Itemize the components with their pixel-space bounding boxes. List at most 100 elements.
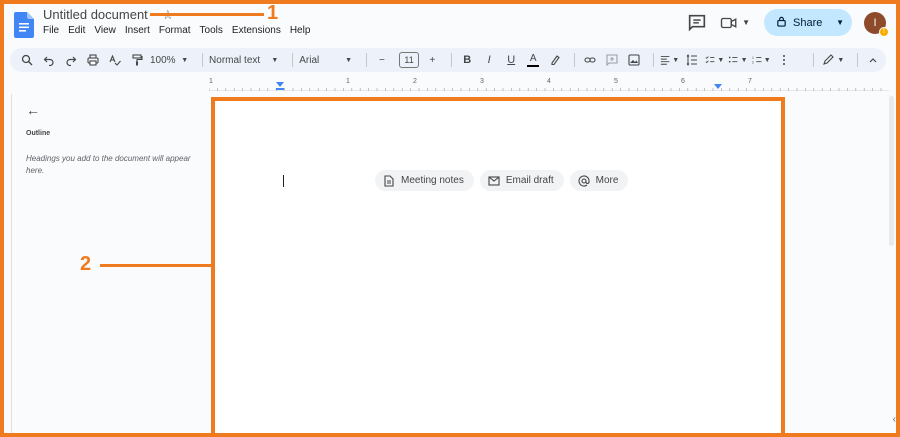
share-button[interactable]: Share ▼	[764, 9, 852, 36]
avatar-initial: I	[873, 16, 877, 29]
text-color-bar	[527, 65, 540, 67]
spellcheck-icon	[109, 54, 121, 66]
document-icon	[384, 174, 394, 187]
align-left-icon	[660, 56, 670, 65]
meeting-notes-chip[interactable]: Meeting notes	[375, 170, 474, 191]
side-panel-chevron-left-icon[interactable]: ‹	[893, 414, 896, 425]
increase-font-size-button[interactable]: +	[423, 50, 441, 70]
toolbar-divider	[653, 53, 655, 67]
numbered-list-chevron-down-icon: ▼	[763, 56, 771, 64]
outline-panel: ← Outline Headings you add to the docume…	[26, 102, 196, 177]
bulleted-list-icon	[729, 56, 738, 63]
menu-tools[interactable]: Tools	[200, 25, 228, 36]
ruler-number: 6	[681, 78, 685, 85]
annotation-line-1	[150, 13, 264, 16]
print-icon	[87, 54, 99, 66]
highlight-color-button[interactable]	[546, 50, 564, 70]
menu-file[interactable]: File	[43, 25, 64, 36]
text-color-icon: A	[529, 53, 537, 64]
toolbar-divider	[292, 53, 294, 67]
zoom-select[interactable]: 100% ▼	[150, 50, 192, 70]
print-button[interactable]	[84, 50, 102, 70]
paint-format-button[interactable]	[128, 50, 146, 70]
bulleted-list-button[interactable]: ▼	[728, 50, 748, 70]
more-chip[interactable]: More	[569, 170, 629, 191]
right-indent-marker-icon[interactable]	[714, 84, 722, 90]
bold-button[interactable]: B	[458, 50, 476, 70]
redo-button[interactable]	[62, 50, 80, 70]
video-camera-icon	[720, 17, 737, 28]
email-draft-label: Email draft	[505, 175, 554, 186]
insert-image-button[interactable]	[625, 50, 643, 70]
checklist-button[interactable]: ▼	[705, 50, 724, 70]
undo-button[interactable]	[40, 50, 58, 70]
menu-format[interactable]: Format	[159, 25, 196, 36]
smart-chips: Meeting notes Email draft More	[375, 170, 629, 191]
italic-button[interactable]: I	[480, 50, 498, 70]
align-chevron-down-icon: ▼	[672, 56, 680, 64]
document-page[interactable]: Meeting notes Email draft More	[211, 97, 785, 433]
toolbar-divider	[857, 53, 859, 67]
email-draft-chip[interactable]: Email draft	[479, 170, 564, 191]
paint-format-icon	[132, 54, 143, 66]
text-color-button[interactable]: A	[524, 50, 542, 70]
menu-extensions[interactable]: Extensions	[232, 25, 286, 36]
paragraph-style-select[interactable]: Normal text ▼	[209, 50, 282, 70]
search-icon	[21, 54, 33, 66]
avatar[interactable]: I !	[864, 11, 889, 37]
highlighter-icon	[551, 55, 560, 66]
spellcheck-button[interactable]	[106, 50, 124, 70]
align-button[interactable]: ▼	[660, 50, 679, 70]
toolbar-divider	[574, 53, 576, 67]
editing-mode-button[interactable]: ▼	[820, 50, 847, 70]
docs-logo-icon[interactable]	[14, 12, 34, 38]
menu-insert[interactable]: Insert	[125, 25, 155, 36]
more-vert-icon	[782, 55, 785, 65]
horizontal-ruler[interactable]: 1 1 2 3 4 5 6 7	[209, 76, 889, 92]
line-spacing-button[interactable]	[683, 50, 701, 70]
underline-button[interactable]: U	[502, 50, 520, 70]
vertical-scrollbar[interactable]	[889, 96, 894, 246]
menubar: File Edit View Insert Format Tools Exten…	[43, 25, 319, 36]
editing-mode-chevron-down-icon: ▼	[837, 56, 845, 64]
hide-menus-button[interactable]	[864, 50, 882, 70]
font-value: Arial	[299, 54, 320, 66]
outline-hint-text: Headings you add to the document will ap…	[26, 154, 191, 175]
line-spacing-icon	[686, 54, 698, 66]
text-cursor	[283, 175, 284, 187]
header-actions: ▼ Share ▼ I !	[686, 9, 889, 37]
decrease-font-size-button[interactable]: −	[373, 50, 391, 70]
annotation-label-2: 2	[80, 253, 92, 275]
checklist-icon	[705, 56, 715, 64]
font-size-input[interactable]: 11	[398, 52, 420, 68]
document-title[interactable]: Untitled document	[43, 7, 148, 22]
menu-help[interactable]: Help	[290, 25, 316, 36]
paragraph-style-value: Normal text	[209, 54, 261, 66]
back-arrow-icon[interactable]: ←	[26, 102, 196, 118]
annotation-label-1: 1	[267, 2, 279, 24]
insert-comment-button[interactable]	[603, 50, 621, 70]
insert-link-button[interactable]	[581, 50, 599, 70]
ruler-number: 4	[547, 78, 551, 85]
more-options-button[interactable]	[775, 50, 793, 70]
chevron-down-icon: ▼	[742, 18, 750, 27]
menu-view[interactable]: View	[94, 25, 121, 36]
zoom-chevron-down-icon: ▼	[181, 56, 189, 64]
ruler-number: 7	[748, 78, 752, 85]
at-sign-icon	[578, 175, 590, 187]
comment-history-icon[interactable]	[686, 12, 708, 34]
toolbar-divider	[366, 53, 367, 67]
underline-icon: U	[507, 54, 516, 66]
ruler-ticks	[209, 88, 889, 91]
share-chevron-down-icon[interactable]: ▼	[836, 18, 844, 27]
left-indent-marker-icon[interactable]	[276, 82, 284, 90]
meet-button[interactable]: ▼	[720, 14, 750, 32]
search-menus-button[interactable]	[18, 50, 36, 70]
email-draft-icon	[488, 175, 500, 186]
ruler-number: 5	[614, 78, 618, 85]
font-select[interactable]: Arial ▼	[299, 50, 356, 70]
header: Untitled document ☆ File Edit View Inser…	[4, 4, 896, 48]
menu-edit[interactable]: Edit	[68, 25, 90, 36]
ruler-number: 3	[480, 78, 484, 85]
numbered-list-button[interactable]: 12 ▼	[752, 50, 771, 70]
